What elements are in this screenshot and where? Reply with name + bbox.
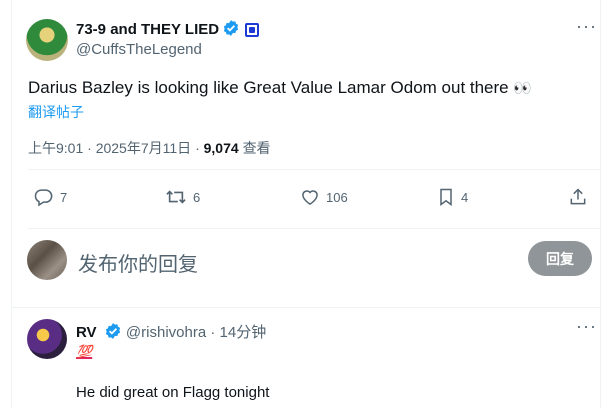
- reply-count: 7: [60, 189, 68, 205]
- translate-post-link[interactable]: 翻译帖子: [28, 102, 84, 122]
- tweet-meta: 上午9:01 · 2025年7月11日 · 9,074 查看: [28, 138, 271, 158]
- reply-submit-button[interactable]: 回复: [528, 241, 592, 276]
- reply-author-avatar[interactable]: [27, 319, 67, 359]
- column-border-left: [11, 0, 12, 408]
- divider: [28, 228, 600, 229]
- tweet-time[interactable]: 上午9:01: [28, 140, 83, 156]
- more-options-icon[interactable]: ···: [576, 17, 597, 35]
- author-name[interactable]: 73-9 and THEY LIED: [76, 21, 219, 38]
- divider: [11, 307, 601, 308]
- meta-separator: ·: [195, 140, 200, 156]
- retweet-icon: [166, 190, 186, 204]
- current-user-avatar[interactable]: [27, 240, 67, 280]
- tweet-text: Darius Bazley is looking like Great Valu…: [28, 78, 532, 98]
- share-icon: [570, 188, 586, 205]
- author-handle[interactable]: @CuffsTheLegend: [76, 41, 202, 58]
- eyes-emoji: 👀: [513, 80, 533, 97]
- author-name-row[interactable]: 73-9 and THEY LIED: [76, 19, 260, 41]
- reply-more-options-icon[interactable]: ···: [576, 317, 597, 335]
- reply-icon: [34, 189, 53, 207]
- like-count: 106: [326, 189, 348, 205]
- author-avatar[interactable]: [26, 19, 68, 61]
- hundred-emoji: 💯: [76, 344, 93, 359]
- like-action-button[interactable]: 106: [300, 187, 348, 207]
- retweet-count: 6: [193, 189, 201, 205]
- reply-author-handle[interactable]: @rishivohra: [126, 324, 206, 341]
- bookmark-icon: [440, 188, 452, 206]
- reply-input[interactable]: 发布你的回复: [78, 248, 198, 277]
- reply-separator: ·: [210, 324, 216, 341]
- share-action-button[interactable]: [568, 187, 588, 207]
- column-border-right: [600, 0, 601, 408]
- reply-author-name[interactable]: RV: [76, 324, 97, 341]
- bookmark-action-button[interactable]: 4: [437, 187, 468, 207]
- verified-badge-icon: [104, 322, 122, 344]
- divider: [28, 169, 600, 170]
- affiliate-badge-icon[interactable]: [245, 23, 260, 37]
- reply-header: RV @rishivohra · 14分钟: [76, 321, 266, 344]
- meta-separator: ·: [87, 140, 92, 156]
- views-count[interactable]: 9,074: [204, 140, 239, 156]
- reply-text: He did great on Flagg tonight: [76, 384, 270, 401]
- heart-icon: [302, 190, 318, 205]
- retweet-action-button[interactable]: 6: [165, 187, 200, 207]
- reply-time[interactable]: 14分钟: [220, 324, 267, 341]
- tweet-body: Darius Bazley is looking like Great Valu…: [28, 78, 509, 97]
- bookmark-count: 4: [461, 189, 469, 205]
- tweet-date[interactable]: 2025年7月11日: [96, 140, 191, 156]
- reply-action-button[interactable]: 7: [34, 187, 67, 207]
- views-label[interactable]: 查看: [243, 140, 271, 156]
- verified-badge-icon: [222, 19, 240, 41]
